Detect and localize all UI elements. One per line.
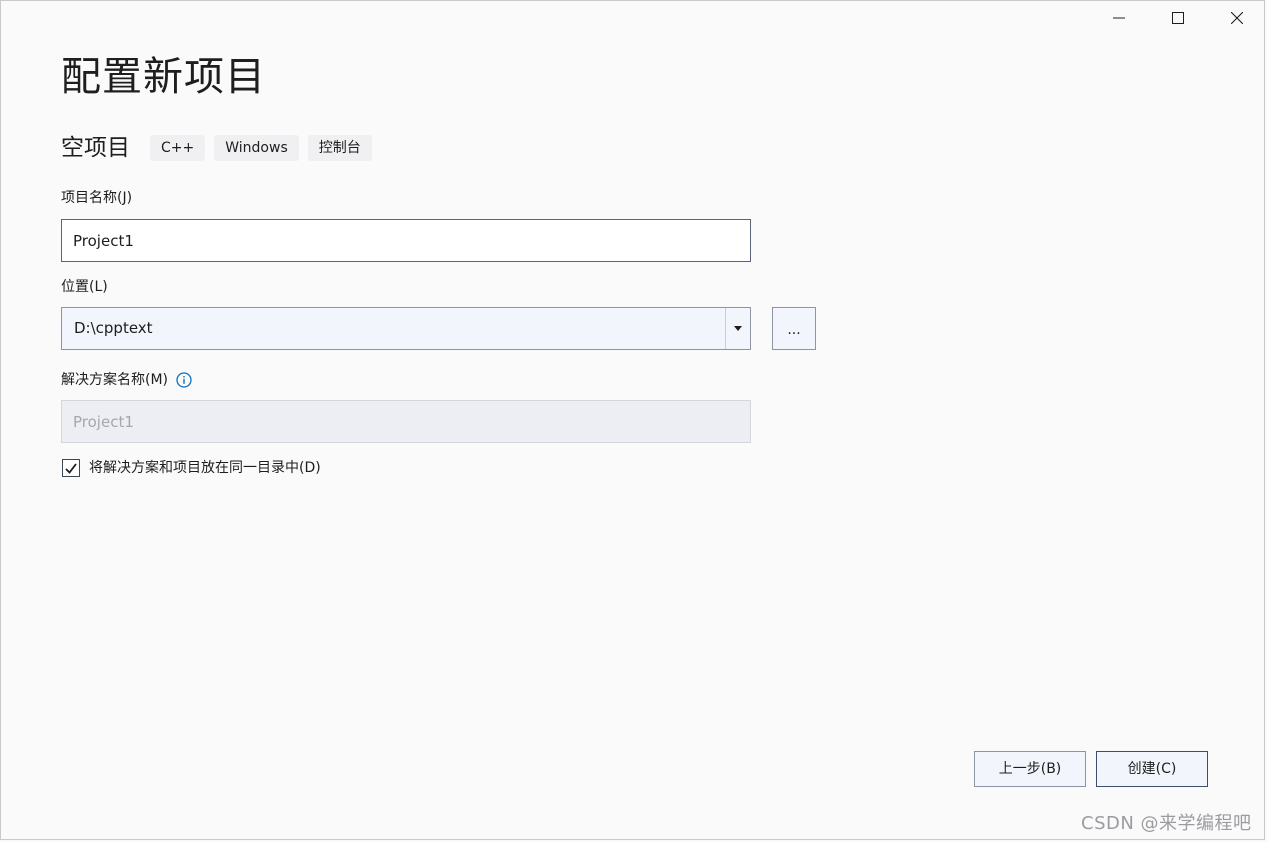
location-combobox[interactable]: D:\cpptext (61, 307, 751, 350)
page-title: 配置新项目 (61, 54, 266, 100)
tag-project-type: 控制台 (307, 135, 372, 161)
maximize-button[interactable] (1149, 1, 1207, 35)
minimize-button[interactable] (1090, 1, 1148, 35)
solution-name-label: 解决方案名称(M) (61, 372, 169, 388)
caret-down-icon (734, 326, 742, 331)
solution-name-input (61, 400, 751, 443)
browse-button[interactable]: ... (772, 307, 816, 350)
close-button[interactable] (1208, 1, 1266, 35)
solution-name-label-row: 解决方案名称(M) (61, 370, 192, 390)
project-name-label: 项目名称(J) (61, 190, 133, 206)
watermark: CSDN @来学编程吧 (1081, 813, 1252, 834)
info-icon[interactable] (176, 372, 192, 388)
back-button[interactable]: 上一步(B) (974, 751, 1086, 787)
dropdown-toggle[interactable] (725, 308, 750, 349)
template-name: 空项目 (61, 135, 130, 161)
create-button[interactable]: 创建(C) (1096, 751, 1208, 787)
checkmark-icon (65, 462, 77, 474)
template-summary: 空项目 C++ Windows 控制台 (61, 133, 381, 163)
configure-project-window: 配置新项目 空项目 C++ Windows 控制台 项目名称(J) 位置(L) … (0, 0, 1265, 840)
minimize-icon (1113, 17, 1125, 19)
close-icon (1231, 12, 1243, 24)
location-label: 位置(L) (61, 279, 108, 295)
location-value[interactable]: D:\cpptext (62, 308, 725, 349)
project-name-input[interactable] (61, 219, 751, 262)
maximize-icon (1172, 12, 1184, 24)
tag-platform: Windows (214, 135, 299, 161)
same-directory-option[interactable]: 将解决方案和项目放在同一目录中(D) (62, 457, 321, 479)
tag-language: C++ (150, 135, 206, 161)
same-directory-label[interactable]: 将解决方案和项目放在同一目录中(D) (89, 457, 321, 479)
same-directory-checkbox[interactable] (62, 459, 80, 477)
